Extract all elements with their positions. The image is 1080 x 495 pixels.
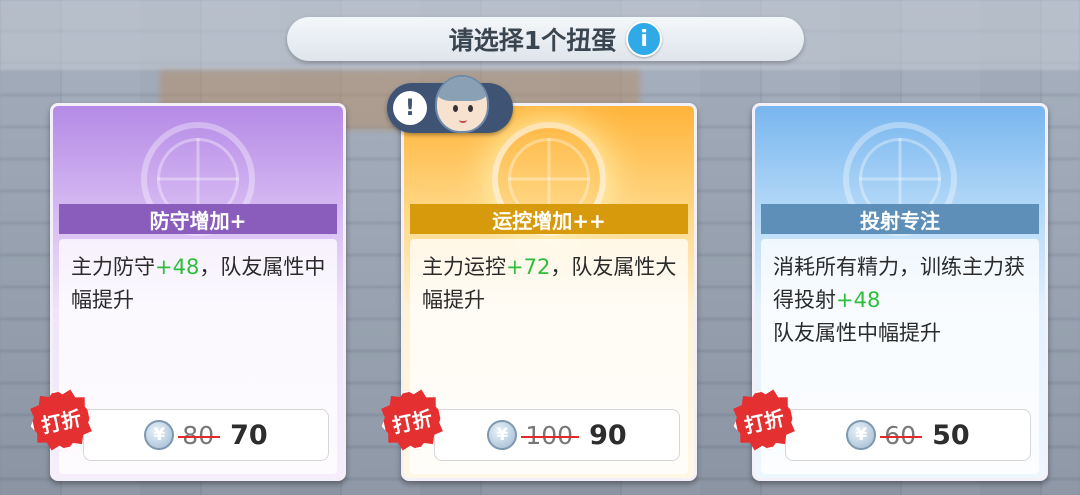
discount-price: 70 xyxy=(230,419,268,451)
bonus-value: +48 xyxy=(155,255,200,279)
coin-icon: ¥ xyxy=(144,420,175,450)
card-body: 消耗所有精力，训练主力获得投射+48 队友属性中幅提升 ¥ 60 50 xyxy=(761,239,1039,474)
gacha-card-dribble[interactable]: 运控增加++ 主力运控+72，队友属性大幅提升 ¥ 100 90 xyxy=(401,103,697,481)
desc-text: 队友属性中幅提升 xyxy=(773,321,941,345)
discount-price: 50 xyxy=(932,419,970,451)
card-title: 运控增加++ xyxy=(410,204,688,234)
card-description: 消耗所有精力，训练主力获得投射+48 队友属性中幅提升 xyxy=(773,251,1033,350)
bonus-value: +72 xyxy=(506,255,551,279)
desc-text: 主力防守 xyxy=(71,255,155,279)
discount-price: 90 xyxy=(589,419,627,451)
character-avatar xyxy=(435,75,489,133)
recommend-hint[interactable]: ! xyxy=(387,75,513,133)
price-box[interactable]: ¥ 60 50 xyxy=(785,409,1031,461)
card-title: 投射专注 xyxy=(761,204,1039,234)
bonus-value: +48 xyxy=(836,288,881,312)
price-box[interactable]: ¥ 80 70 xyxy=(83,409,329,461)
alert-icon: ! xyxy=(393,91,427,125)
sale-badge: 打折 xyxy=(727,383,801,457)
card-title: 防守增加+ xyxy=(59,204,337,234)
sale-badge: 打折 xyxy=(375,383,449,457)
page-title: 请选择1个扭蛋 xyxy=(448,26,617,55)
desc-text: 主力运控 xyxy=(422,255,506,279)
card-body: 主力防守+48，队友属性中幅提升 ¥ 80 70 xyxy=(59,239,337,474)
coin-icon: ¥ xyxy=(846,420,877,450)
desc-text: 消耗所有精力，训练主力获得投射 xyxy=(773,255,1025,312)
original-price: 100 xyxy=(521,420,579,450)
original-price: 80 xyxy=(178,420,220,450)
card-body: 主力运控+72，队友属性大幅提升 ¥ 100 90 xyxy=(410,239,688,474)
coin-icon: ¥ xyxy=(487,420,518,450)
sale-badge: 打折 xyxy=(24,383,98,457)
original-price: 60 xyxy=(880,420,922,450)
price-box[interactable]: ¥ 100 90 xyxy=(434,409,680,461)
card-description: 主力运控+72，队友属性大幅提升 xyxy=(422,251,682,317)
card-description: 主力防守+48，队友属性中幅提升 xyxy=(71,251,331,317)
gacha-card-defense[interactable]: 防守增加+ 主力防守+48，队友属性中幅提升 ¥ 80 70 xyxy=(50,103,346,481)
info-icon[interactable]: i xyxy=(626,21,663,57)
title-bar: 请选择1个扭蛋 i xyxy=(287,17,804,61)
